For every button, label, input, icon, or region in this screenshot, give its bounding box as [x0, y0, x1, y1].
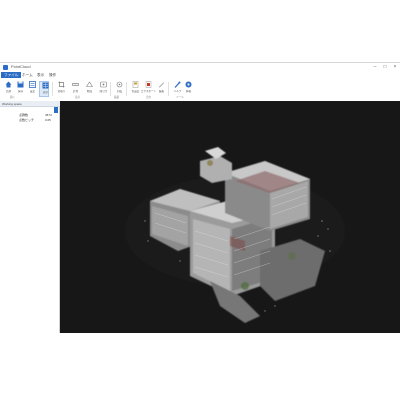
layers-icon: [29, 81, 36, 88]
ribbon-button-crop[interactable]: 切取り: [56, 81, 66, 97]
ribbon-button-pointcloud[interactable]: 点群: [3, 81, 13, 97]
export-icon: [145, 81, 152, 88]
home-icon: [5, 81, 12, 88]
thin-icon: [100, 81, 107, 88]
menu-bar: ファイル ホーム 表示 操作: [0, 72, 400, 79]
app-logo-icon: [3, 65, 8, 70]
menu-tab-operate[interactable]: 操作: [46, 72, 59, 78]
panel-title: Working space: [2, 102, 22, 106]
ribbon-button-color[interactable]: 色設定: [130, 81, 140, 97]
ribbon-button-edit[interactable]: 編集: [156, 81, 166, 97]
working-space-panel: Working space 点群数 4574 点数ピッチ 0.05: [0, 101, 60, 333]
section-icon: [86, 81, 93, 87]
property-value: 4574: [45, 113, 52, 117]
ribbon-button-export[interactable]: エクスポート: [141, 81, 156, 97]
close-button[interactable]: ×: [390, 64, 400, 70]
ribbon-group-label: 編集: [114, 96, 120, 99]
color-icon: [132, 81, 139, 88]
ribbon-button-save[interactable]: 保存: [15, 81, 25, 97]
window-title: PointCloud: [11, 64, 31, 69]
crop-icon: [58, 81, 65, 88]
ribbon-button-label: 情報: [185, 90, 192, 93]
ribbon-toolbar: 点群 保存 設定 表示 切取り 計測 断面 間引き 回転 色設定 エクスポート …: [0, 79, 400, 102]
property-name: 点群数: [19, 113, 29, 117]
maximize-button[interactable]: □: [380, 64, 390, 70]
rotate-icon: [116, 81, 123, 88]
ribbon-separator: [110, 82, 111, 96]
ribbon-button-settings[interactable]: 設定: [27, 81, 37, 97]
ribbon-button-rotate[interactable]: 回転: [114, 81, 124, 97]
app-window: PointCloud – □ × ファイル ホーム 表示 操作 点群 保存 設定…: [0, 62, 400, 333]
help-icon: [174, 81, 181, 88]
ribbon-separator: [126, 82, 127, 96]
ribbon-separator: [168, 82, 169, 96]
building-point-cloud: [125, 147, 345, 323]
property-value: 0.05: [45, 118, 51, 122]
ribbon-button-help[interactable]: ヘルプ: [172, 81, 182, 97]
ribbon-group-label: ツール: [176, 96, 184, 99]
title-bar: PointCloud – □ ×: [0, 63, 400, 72]
ribbon-button-info[interactable]: 情報: [183, 81, 193, 97]
minimize-button[interactable]: –: [370, 64, 380, 70]
ribbon-button-display[interactable]: 表示: [39, 81, 49, 97]
ribbon-button-section[interactable]: 断面: [84, 81, 94, 97]
ruler-icon: [72, 83, 79, 86]
ribbon-group-label: 表示: [75, 96, 81, 99]
save-icon: [17, 81, 24, 88]
ribbon-group-label: 開く: [10, 96, 16, 99]
property-name: 点数ピッチ: [19, 118, 35, 122]
info-icon: [185, 81, 192, 88]
point-cloud-viewport[interactable]: [60, 101, 400, 333]
ribbon-button-measure[interactable]: 計測: [70, 81, 80, 97]
edit-icon: [159, 82, 164, 88]
ribbon-group-label: 出力: [146, 96, 152, 99]
ribbon-separator: [52, 82, 53, 96]
grid-icon: [42, 82, 49, 89]
panel-collapse-button[interactable]: [54, 107, 58, 113]
panel-header: Working space: [0, 101, 60, 107]
ribbon-button-thin[interactable]: 間引き: [98, 81, 108, 97]
